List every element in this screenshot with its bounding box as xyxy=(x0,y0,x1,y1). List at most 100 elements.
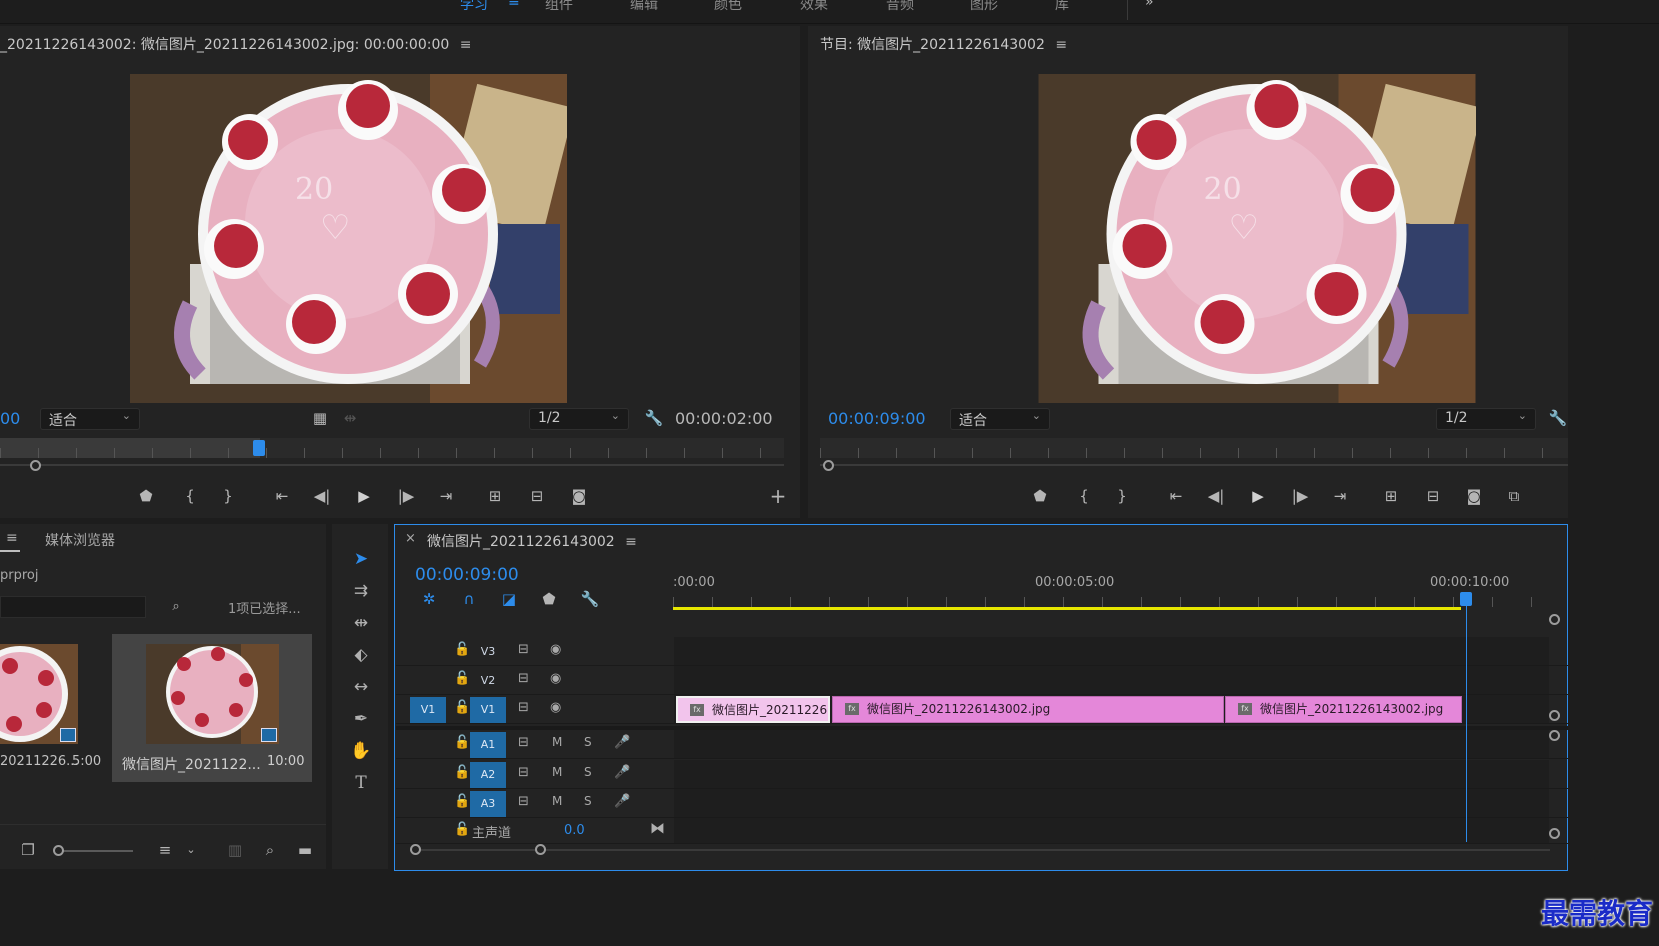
selection-tool-icon[interactable]: ➤ xyxy=(346,546,376,572)
lock-icon[interactable]: 🔓 xyxy=(454,735,470,750)
button-editor-icon[interactable]: + xyxy=(766,486,790,506)
step-forward-icon[interactable]: |▶ xyxy=(394,486,418,506)
track-content[interactable] xyxy=(674,666,1549,694)
slip-tool-icon[interactable]: ↔ xyxy=(346,674,376,700)
track-content[interactable] xyxy=(674,637,1549,665)
wrench-icon[interactable]: 🔧 xyxy=(1548,408,1568,428)
go-to-in-icon[interactable]: ⇤ xyxy=(1164,486,1188,506)
master-meter-toggle-icon[interactable]: ⧓ xyxy=(650,819,665,837)
chevron-down-icon[interactable]: ⌄ xyxy=(184,840,198,860)
mark-in-icon[interactable]: { xyxy=(180,486,200,506)
program-zoom-bar[interactable] xyxy=(820,464,1568,466)
microphone-icon[interactable]: 🎤 xyxy=(614,765,630,780)
wrench-icon[interactable]: 🔧 xyxy=(643,408,665,428)
go-to-out-icon[interactable]: ⇥ xyxy=(1328,486,1352,506)
automate-icon[interactable]: ▥ xyxy=(224,840,246,860)
comparison-view-icon[interactable]: ⧉ xyxy=(1502,486,1526,506)
thumbnail-size-handle[interactable] xyxy=(53,845,64,856)
play-icon[interactable]: ▶ xyxy=(352,486,376,506)
source-zoom-select[interactable]: 适合 ⌄ xyxy=(40,408,140,430)
project-panel-menu-icon[interactable]: ≡ xyxy=(6,530,18,546)
add-marker-icon[interactable]: ⬟ xyxy=(136,486,156,506)
lock-icon[interactable]: 🔓 xyxy=(454,700,470,715)
play-icon[interactable]: ▶ xyxy=(1246,486,1270,506)
search-icon[interactable]: ⌕ xyxy=(260,840,280,860)
timeline-scroll-right-handle[interactable] xyxy=(535,844,546,855)
timeline-sequence-tab[interactable]: 微信图片_20211226143002 ≡ xyxy=(427,531,637,551)
program-zoom-handle[interactable] xyxy=(823,460,834,471)
track-label[interactable]: A3 xyxy=(470,791,506,817)
work-area-bar[interactable] xyxy=(673,607,1461,610)
timeline-settings-wrench-icon[interactable]: 🔧 xyxy=(579,589,601,609)
workspace-tab-effects[interactable]: 效果 xyxy=(800,0,828,14)
go-to-in-icon[interactable]: ⇤ xyxy=(270,486,294,506)
workspace-menu-icon[interactable]: ≡ xyxy=(508,0,520,10)
lift-icon[interactable]: ⊞ xyxy=(1378,486,1404,506)
project-item-selected[interactable]: 微信图片_2021122... 10:00 xyxy=(112,634,312,782)
lock-icon[interactable]: 🔓 xyxy=(454,765,470,780)
export-frame-icon[interactable]: ◙ xyxy=(1462,486,1486,506)
workspace-tab-learn[interactable]: 学习 xyxy=(460,0,488,14)
microphone-icon[interactable]: 🎤 xyxy=(614,735,630,750)
insert-icon[interactable]: ⊞ xyxy=(482,486,508,506)
go-to-out-icon[interactable]: ⇥ xyxy=(434,486,458,506)
snap-magnet-icon[interactable]: ∩ xyxy=(459,589,479,609)
nest-toggle-icon[interactable]: ✲ xyxy=(419,589,439,609)
export-frame-icon[interactable]: ◙ xyxy=(567,486,591,506)
close-icon[interactable]: × xyxy=(405,531,416,546)
solo-button[interactable]: S xyxy=(584,735,592,749)
lock-icon[interactable]: 🔓 xyxy=(454,794,470,809)
audio-tracks-scroll-handle[interactable] xyxy=(1549,828,1560,839)
video-tracks-scroll-handle[interactable] xyxy=(1549,710,1560,721)
safe-margins-icon[interactable]: ▦ xyxy=(310,408,330,428)
sync-lock-icon[interactable]: ⊟ xyxy=(518,700,529,715)
workspace-overflow-icon[interactable]: » xyxy=(1145,0,1154,10)
track-label[interactable]: A2 xyxy=(470,762,506,788)
lock-icon[interactable]: 🔓 xyxy=(454,642,470,657)
list-view-icon[interactable]: ❐ xyxy=(16,840,40,860)
workspace-tab-graphics[interactable]: 图形 xyxy=(970,0,998,14)
source-resolution-select[interactable]: 1/2 ⌄ xyxy=(529,408,629,430)
source-patch-v1[interactable]: V1 xyxy=(410,697,446,723)
ripple-edit-tool-icon[interactable]: ⇹ xyxy=(346,610,376,636)
solo-button[interactable]: S xyxy=(584,794,592,808)
project-search-input[interactable] xyxy=(0,596,146,618)
solo-button[interactable]: S xyxy=(584,765,592,779)
workspace-tab-color[interactable]: 颜色 xyxy=(714,0,742,14)
sync-lock-icon[interactable]: ⊟ xyxy=(518,671,529,686)
clip-selected[interactable]: fx 微信图片_20211226143002.jpg xyxy=(676,696,830,723)
linked-selection-icon[interactable]: ◪ xyxy=(499,589,519,609)
source-panel-menu-icon[interactable]: ≡ xyxy=(460,37,472,53)
eye-icon[interactable]: ◉ xyxy=(550,700,561,715)
mark-in-icon[interactable]: { xyxy=(1074,486,1094,506)
new-bin-icon[interactable]: ▬ xyxy=(294,840,316,860)
drag-video-icon[interactable]: ⇹ xyxy=(340,408,360,428)
track-content[interactable]: fx 微信图片_20211226143002.jpg fx 微信图片_20211… xyxy=(674,695,1549,723)
track-label[interactable]: V2 xyxy=(470,668,506,694)
type-tool-icon[interactable]: T xyxy=(346,770,376,796)
source-zoom-bar[interactable] xyxy=(0,464,784,466)
timeline-scroll-left-handle[interactable] xyxy=(410,844,421,855)
project-tab[interactable]: ≡ xyxy=(0,524,20,552)
mute-button[interactable]: M xyxy=(552,735,562,749)
eye-icon[interactable]: ◉ xyxy=(550,671,561,686)
track-content[interactable] xyxy=(674,789,1549,817)
program-resolution-select[interactable]: 1/2 ⌄ xyxy=(1436,408,1536,430)
thumbnail-size-slider[interactable] xyxy=(58,850,133,852)
project-item[interactable]: 20211226... 5:00 xyxy=(0,636,110,782)
mark-out-icon[interactable]: } xyxy=(218,486,238,506)
source-playhead[interactable] xyxy=(252,440,265,456)
hand-tool-icon[interactable]: ✋ xyxy=(346,738,376,764)
sync-lock-icon[interactable]: ⊟ xyxy=(518,794,529,809)
eye-icon[interactable]: ◉ xyxy=(550,642,561,657)
audio-tracks-scroll-handle[interactable] xyxy=(1549,730,1560,741)
track-label[interactable]: V3 xyxy=(470,639,506,665)
track-content[interactable] xyxy=(674,818,1549,843)
tab-media-browser[interactable]: 媒体浏览器 xyxy=(45,530,115,550)
workspace-tab-editing[interactable]: 编辑 xyxy=(630,0,658,14)
add-marker-icon[interactable]: ⬟ xyxy=(1030,486,1050,506)
workspace-tab-assembly[interactable]: 组件 xyxy=(545,0,573,14)
workspace-tab-audio[interactable]: 音频 xyxy=(886,0,914,14)
sort-icon[interactable]: ≡ xyxy=(154,840,176,860)
timeline-time-ruler[interactable]: :00:00 00:00:05:00 00:00:10:00 xyxy=(673,573,1548,611)
